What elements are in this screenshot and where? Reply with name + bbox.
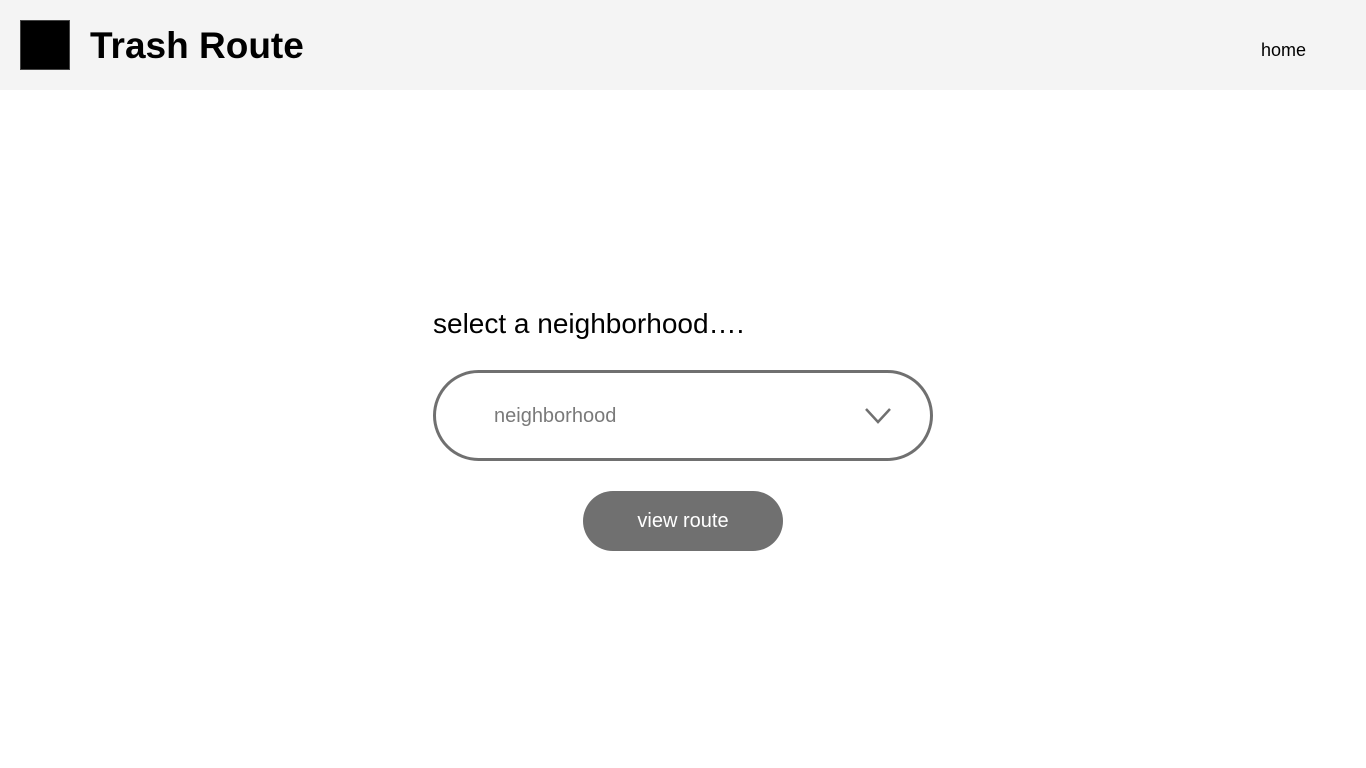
app-header: Trash Route home <box>0 0 1366 90</box>
neighborhood-prompt: select a neighborhood…. <box>433 308 745 339</box>
view-route-button[interactable]: view route <box>583 491 783 551</box>
nav-home-link[interactable]: home <box>1261 38 1306 62</box>
neighborhood-select-value: neighborhood <box>494 405 617 427</box>
app-title: Trash Route <box>90 25 304 66</box>
neighborhood-select[interactable]: neighborhood <box>433 370 933 461</box>
chevron-down-icon <box>865 408 891 424</box>
logo <box>20 20 70 70</box>
